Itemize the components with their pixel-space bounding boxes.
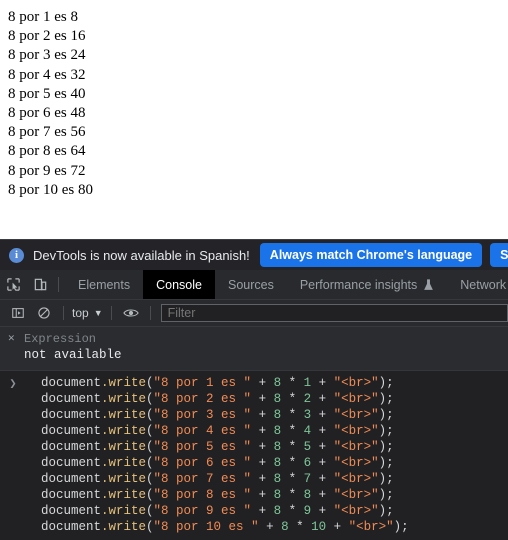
live-expression-icon[interactable] bbox=[118, 302, 144, 324]
page-output-line: 8 por 6 es 48 bbox=[8, 105, 86, 122]
clear-console-icon[interactable] bbox=[31, 302, 57, 324]
toolbar-divider-3 bbox=[149, 306, 151, 320]
expression-title: Expression bbox=[24, 332, 97, 346]
console-body: ❯ document.write("8 por 1 es " + 8 * 1 +… bbox=[0, 371, 508, 540]
chevron-down-icon: ▼ bbox=[93, 308, 103, 318]
console-code-line: document.write("8 por 1 es " + 8 * 1 + "… bbox=[41, 376, 394, 390]
expression-value: not available bbox=[24, 348, 122, 362]
device-toolbar-icon[interactable] bbox=[27, 270, 54, 299]
tab-performance-insights[interactable]: Performance insights bbox=[287, 270, 447, 299]
tab-console[interactable]: Console bbox=[143, 270, 215, 299]
console-code-line: document.write("8 por 5 es " + 8 * 5 + "… bbox=[41, 440, 394, 454]
language-banner: i DevTools is now available in Spanish! … bbox=[0, 240, 508, 270]
console-code-block[interactable]: document.write("8 por 1 es " + 8 * 1 + "… bbox=[26, 375, 508, 535]
tabstrip-divider bbox=[58, 277, 59, 292]
console-code-line: document.write("8 por 7 es " + 8 * 7 + "… bbox=[41, 472, 394, 486]
tab-performance-insights-label: Performance insights bbox=[299, 277, 418, 292]
devtools-tabstrip: Elements Console Sources Performance ins… bbox=[0, 270, 508, 300]
tab-elements[interactable]: Elements bbox=[65, 270, 143, 299]
page-output-line: 8 por 2 es 16 bbox=[8, 28, 86, 45]
page-output-line: 8 por 8 es 64 bbox=[8, 143, 86, 160]
prompt-chevron-icon: ❯ bbox=[9, 377, 17, 391]
execution-context-dropdown[interactable]: top ▼ bbox=[70, 306, 105, 320]
banner-message: DevTools is now available in Spanish! bbox=[33, 247, 250, 263]
always-match-language-button[interactable]: Always match Chrome's language bbox=[259, 243, 483, 267]
info-icon: i bbox=[9, 247, 24, 263]
devtools-panel: i DevTools is now available in Spanish! … bbox=[0, 239, 508, 540]
page-output-line: 8 por 5 es 40 bbox=[8, 85, 86, 102]
toolbar-divider-1 bbox=[63, 306, 64, 320]
flask-icon bbox=[423, 278, 434, 291]
toolbar-divider-2 bbox=[110, 306, 112, 320]
console-code-line: document.write("8 por 2 es " + 8 * 2 + "… bbox=[41, 392, 394, 406]
close-icon[interactable]: ✕ bbox=[8, 332, 24, 347]
page-output-line: 8 por 9 es 72 bbox=[8, 162, 86, 179]
inspect-element-icon[interactable] bbox=[0, 270, 27, 299]
console-code-line: document.write("8 por 9 es " + 8 * 9 + "… bbox=[41, 504, 394, 518]
console-toolbar: top ▼ bbox=[0, 300, 508, 327]
tab-sources[interactable]: Sources bbox=[215, 270, 287, 299]
filter-input[interactable] bbox=[160, 304, 508, 322]
page-output-line: 8 por 7 es 56 bbox=[8, 124, 86, 141]
page-output-line: 8 por 4 es 32 bbox=[8, 66, 86, 83]
execution-context-value: top bbox=[72, 306, 89, 320]
multiplication-table-output: 8 por 1 es 8 8 por 2 es 16 8 por 3 es 24 8 … bbox=[0, 0, 508, 200]
web-page-viewport: 8 por 1 es 8 8 por 2 es 16 8 por 3 es 24 8 … bbox=[0, 0, 508, 239]
console-code-line: document.write("8 por 4 es " + 8 * 4 + "… bbox=[41, 424, 394, 438]
switch-devtools-language-button[interactable]: Switch DevTools to Spanish bbox=[490, 243, 508, 267]
tab-network[interactable]: Network bbox=[447, 270, 508, 299]
expression-header: ✕ Expression bbox=[0, 332, 508, 347]
page-output-line: 8 por 10 es 80 bbox=[8, 181, 93, 198]
console-sidebar-icon[interactable] bbox=[5, 302, 31, 324]
console-code-line: document.write("8 por 3 es " + 8 * 3 + "… bbox=[41, 408, 394, 422]
console-code-line: document.write("8 por 10 es " + 8 * 10 +… bbox=[41, 520, 409, 534]
console-input-entry[interactable]: ❯ document.write("8 por 1 es " + 8 * 1 +… bbox=[0, 371, 508, 535]
page-output-line: 8 por 1 es 8 bbox=[8, 9, 78, 25]
page-output-line: 8 por 3 es 24 bbox=[8, 47, 86, 64]
console-code-line: document.write("8 por 8 es " + 8 * 8 + "… bbox=[41, 488, 394, 502]
console-code-line: document.write("8 por 6 es " + 8 * 6 + "… bbox=[41, 456, 394, 470]
live-expression-panel: ✕ Expression not available bbox=[0, 327, 508, 371]
